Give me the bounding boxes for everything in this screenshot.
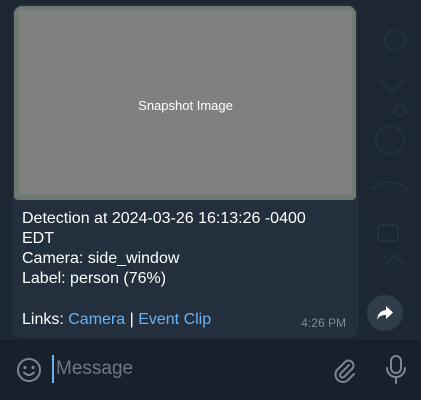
share-arrow-icon: [377, 306, 393, 320]
emoji-icon[interactable]: [16, 357, 42, 383]
event-clip-link[interactable]: Event Clip: [138, 311, 211, 328]
message-time: 4:26 PM: [301, 316, 346, 330]
links-line: Links: Camera | Event Clip: [22, 310, 211, 330]
timezone-line: EDT: [22, 230, 54, 247]
snapshot-image[interactable]: Snapshot Image: [14, 6, 356, 200]
detection-line: Detection at 2024-03-26 16:13:26 -0400: [22, 210, 306, 227]
microphone-icon[interactable]: [383, 354, 409, 386]
camera-line: Camera: side_window: [22, 250, 180, 267]
label-line: Label: person (76%): [22, 270, 167, 287]
paperclip-icon[interactable]: [330, 356, 358, 384]
link-separator: |: [125, 311, 139, 328]
message-input-bar: [0, 340, 421, 400]
snapshot-label: Snapshot Image: [138, 98, 233, 113]
message-input[interactable]: [52, 355, 312, 383]
snapshot-placeholder: Snapshot Image: [19, 10, 352, 194]
links-prefix: Links:: [22, 311, 69, 328]
message-text: Detection at 2024-03-26 16:13:26 -0400 E…: [22, 209, 352, 289]
message-bubble: Snapshot Image Detection at 2024-03-26 1…: [12, 4, 358, 338]
share-button[interactable]: [367, 295, 403, 331]
camera-link[interactable]: Camera: [68, 311, 125, 328]
